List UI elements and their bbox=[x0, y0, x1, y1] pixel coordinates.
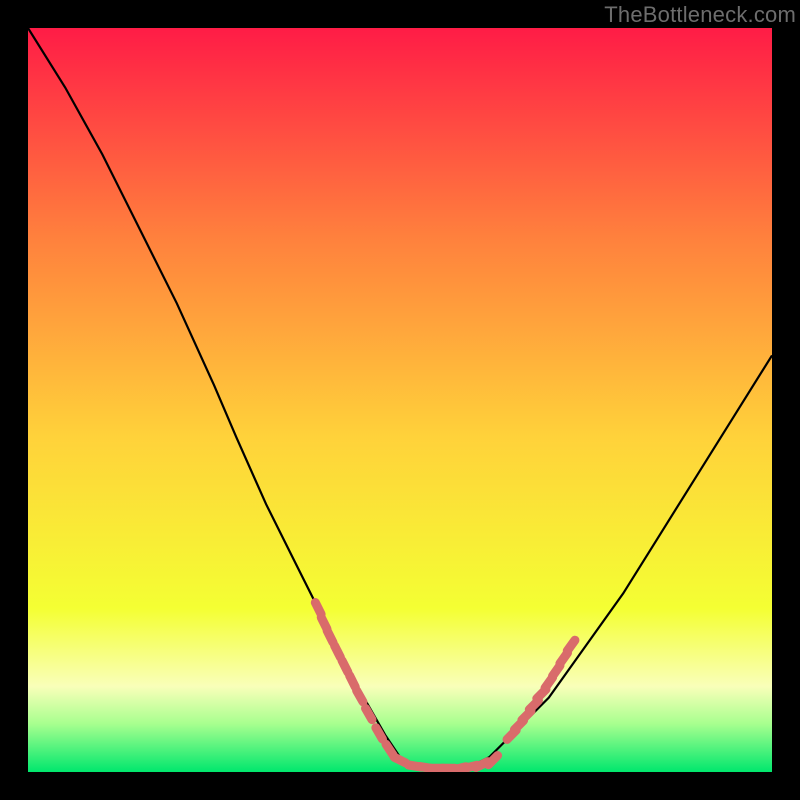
data-marker bbox=[327, 631, 333, 643]
gradient-background bbox=[28, 28, 772, 772]
data-marker bbox=[394, 757, 406, 763]
data-marker bbox=[567, 640, 575, 651]
watermark-text: TheBottleneck.com bbox=[604, 2, 796, 28]
data-marker bbox=[315, 603, 321, 615]
data-marker bbox=[376, 728, 383, 739]
data-marker bbox=[350, 675, 356, 687]
data-marker bbox=[357, 691, 363, 702]
data-marker bbox=[366, 708, 373, 719]
data-marker bbox=[342, 661, 348, 673]
data-marker bbox=[335, 646, 341, 658]
bottleneck-chart bbox=[28, 28, 772, 772]
chart-frame bbox=[28, 28, 772, 772]
